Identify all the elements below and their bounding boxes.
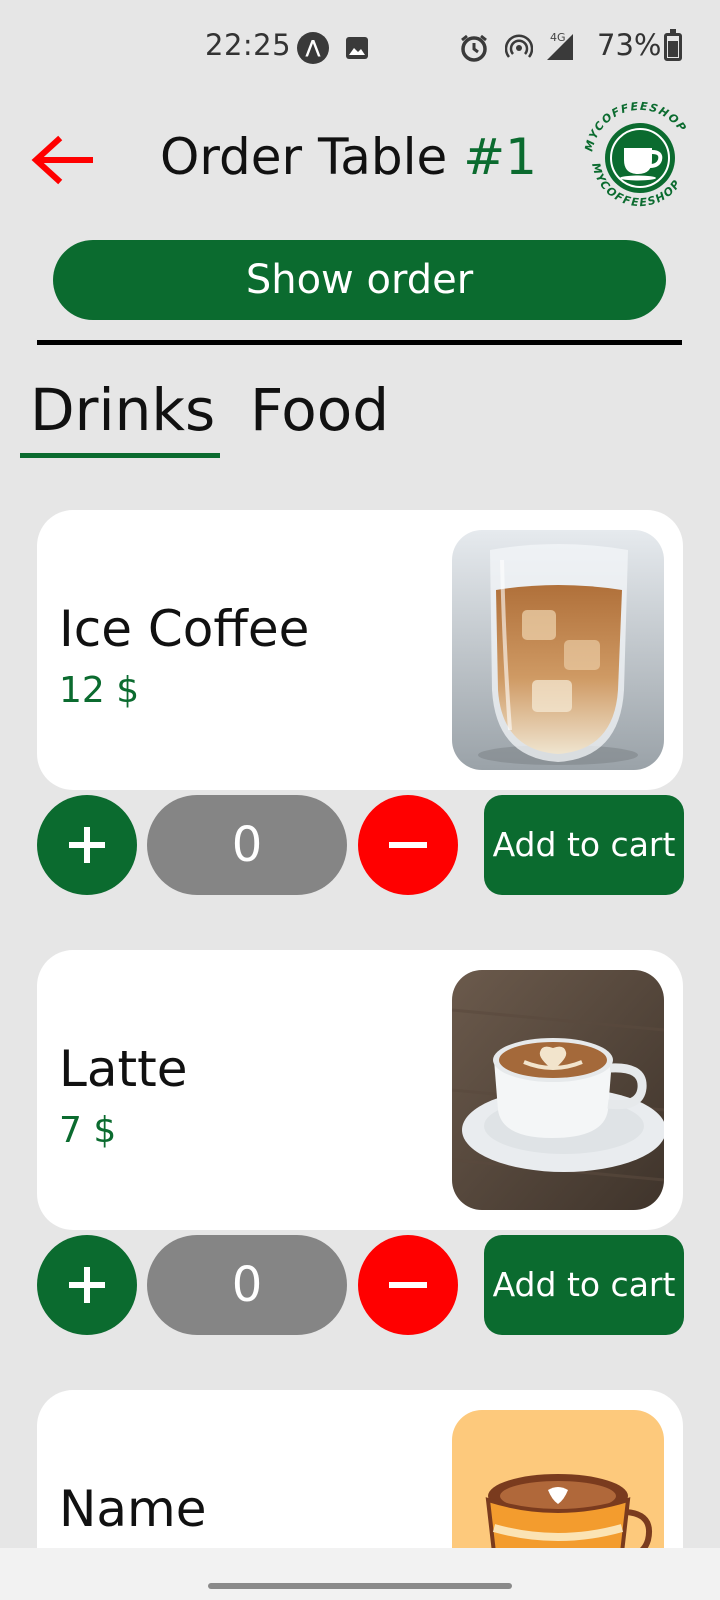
increase-quantity-button[interactable]: [37, 795, 137, 895]
a-notification-icon: ⋀: [297, 32, 329, 64]
ice-coffee-image: [452, 530, 664, 770]
quantity-display: 0: [147, 1235, 347, 1335]
battery-percent: 73%: [597, 28, 662, 62]
product-name: Latte: [59, 1040, 188, 1098]
tab-drinks[interactable]: Drinks: [30, 376, 215, 444]
header-divider: [37, 340, 682, 345]
screen: 22:25 ⋀ 4G 73% Order Table #1 MYCOFFEESH…: [0, 0, 720, 1600]
latte-image: [452, 970, 664, 1210]
active-tab-indicator: [20, 453, 220, 458]
quantity-controls-ice-coffee: 0 Add to cart: [37, 795, 684, 895]
image-icon: [345, 36, 369, 64]
increase-quantity-button[interactable]: [37, 1235, 137, 1335]
product-name: Name: [59, 1480, 207, 1538]
hotspot-icon: [504, 34, 534, 66]
product-card-ice-coffee[interactable]: Ice Coffee 12 $: [37, 510, 683, 790]
home-gesture-handle[interactable]: [208, 1583, 512, 1589]
status-bar: 22:25 ⋀ 4G 73%: [0, 0, 720, 96]
back-arrow-icon[interactable]: [28, 130, 94, 190]
alarm-icon: [459, 33, 489, 67]
decrease-quantity-button[interactable]: [358, 795, 458, 895]
add-to-cart-button[interactable]: Add to cart: [484, 1235, 684, 1335]
product-card-latte[interactable]: Latte 7 $: [37, 950, 683, 1230]
add-to-cart-button[interactable]: Add to cart: [484, 795, 684, 895]
product-price: 12 $: [59, 670, 140, 711]
status-time: 22:25: [205, 28, 292, 62]
quantity-controls-latte: 0 Add to cart: [37, 1235, 684, 1335]
product-price: 7 $: [59, 1110, 117, 1151]
coffee-shop-logo: MYCOFFEESHOP MYCOFFEESHOP: [578, 96, 702, 220]
table-number: #1: [463, 128, 537, 186]
tab-food[interactable]: Food: [250, 376, 389, 444]
system-navigation-bar: [0, 1548, 720, 1600]
page-title: Order Table #1: [160, 128, 537, 186]
quantity-display: 0: [147, 795, 347, 895]
battery-icon: [664, 29, 682, 61]
signal-icon: [543, 32, 575, 66]
decrease-quantity-button[interactable]: [358, 1235, 458, 1335]
show-order-button[interactable]: Show order: [53, 240, 666, 320]
page-title-text: Order Table: [160, 128, 448, 186]
product-name: Ice Coffee: [59, 600, 310, 658]
